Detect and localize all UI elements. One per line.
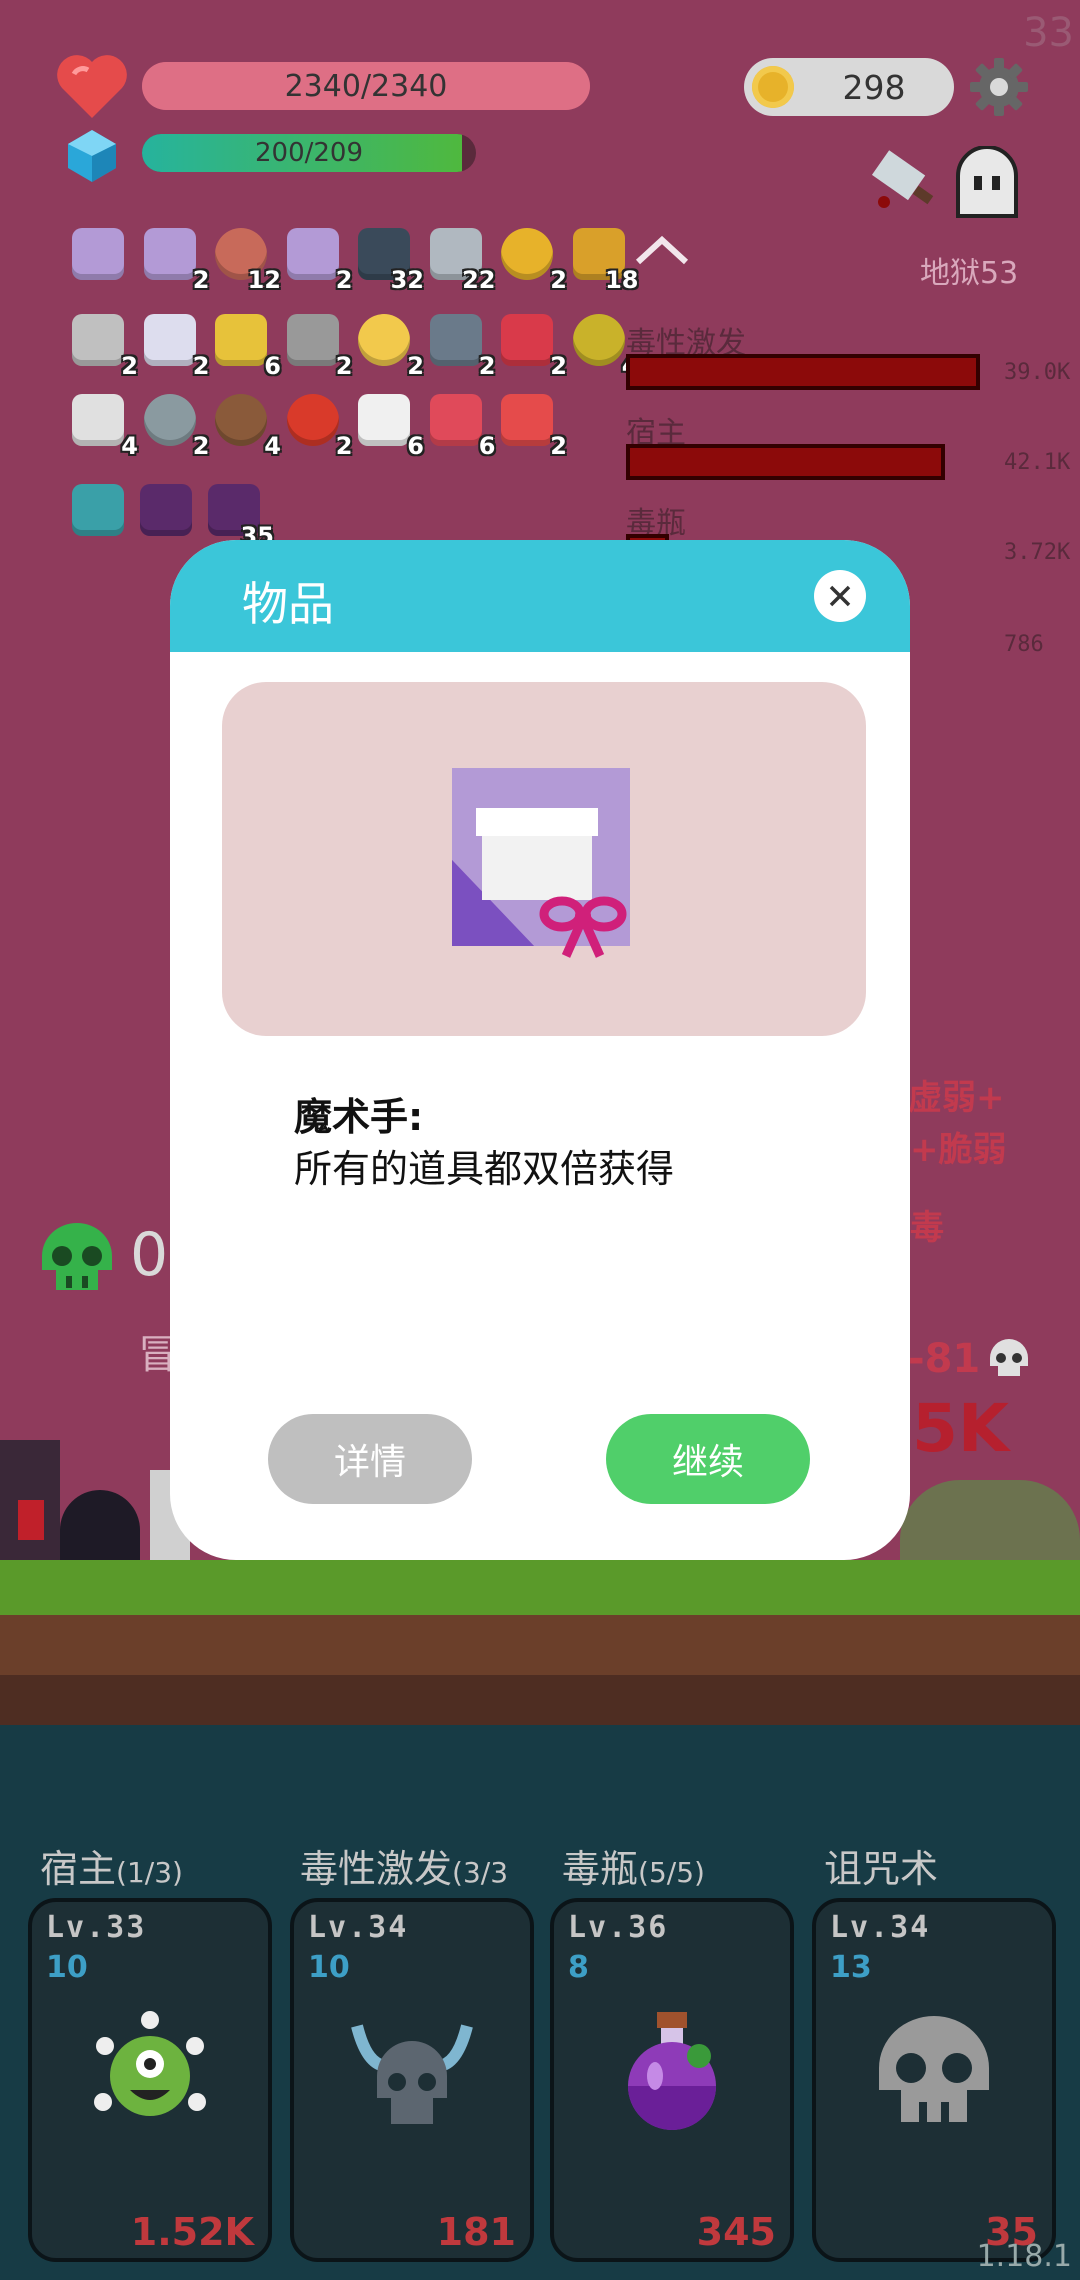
details-button[interactable]: 详情 xyxy=(268,1414,472,1504)
close-button[interactable] xyxy=(814,570,866,622)
item-preview xyxy=(222,682,866,1036)
gift-card-icon xyxy=(452,768,630,958)
modal-title: 物品 xyxy=(242,577,334,631)
item-modal: 物品 魔术手: 所有的道具都双倍获得 详情 继续 xyxy=(170,540,910,1560)
item-name: 魔术手: xyxy=(294,1095,424,1139)
modal-header: 物品 xyxy=(170,540,910,652)
continue-button[interactable]: 继续 xyxy=(606,1414,810,1504)
item-description: 所有的道具都双倍获得 xyxy=(294,1147,675,1191)
close-icon xyxy=(829,585,851,607)
